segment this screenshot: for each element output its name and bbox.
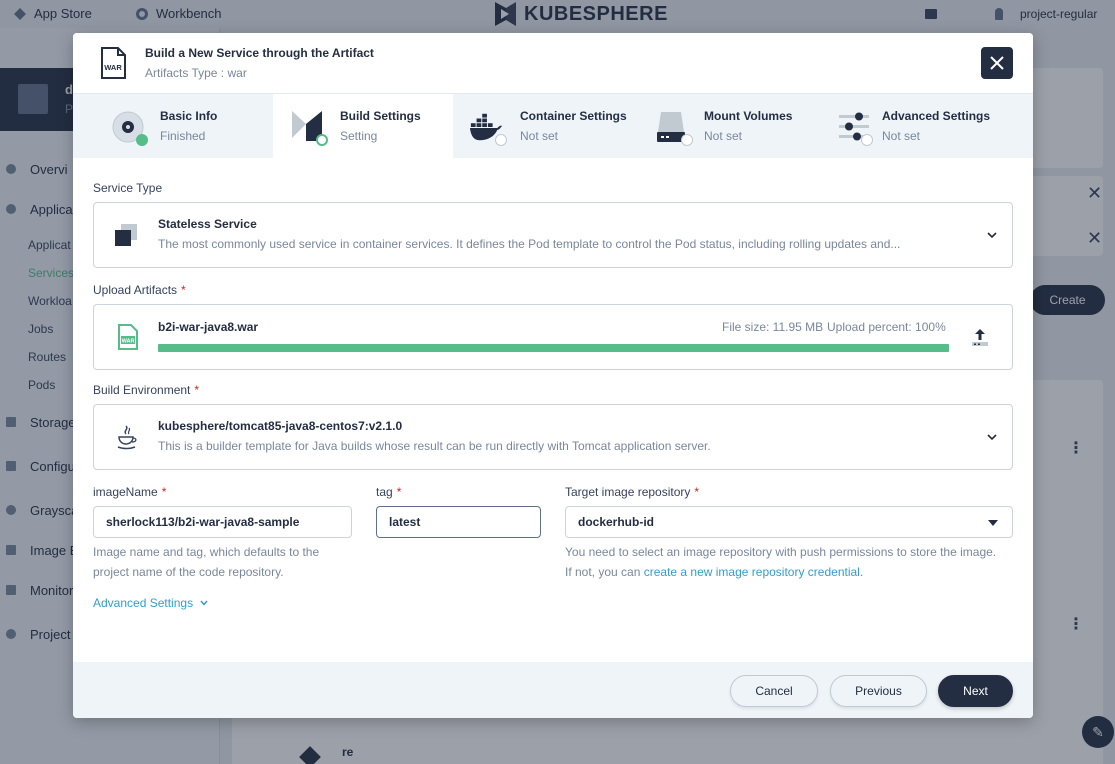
war-file-green-icon: WAR <box>118 324 138 350</box>
target-repo-label-text: Target image repository <box>565 485 691 499</box>
cancel-button[interactable]: Cancel <box>730 675 818 707</box>
modal-header: WAR Build a New Service through the Arti… <box>73 33 1033 94</box>
image-name-input[interactable]: sherlock113/b2i-war-java8-sample <box>93 506 352 538</box>
service-type-label: Service Type <box>93 181 163 195</box>
upload-label-text: Upload Artifacts <box>93 283 178 297</box>
modal-footer: Cancel Previous Next <box>73 662 1033 718</box>
war-badge-text: WAR <box>104 63 122 72</box>
build-environment-select[interactable]: kubesphere/tomcat85-java8-centos7:v2.1.0… <box>93 404 1013 470</box>
service-type-description: The most commonly used service in contai… <box>158 237 901 251</box>
tag-input[interactable]: latest <box>376 506 541 538</box>
required-mark: * <box>161 485 167 499</box>
step-pending-dot <box>495 134 507 146</box>
upload-progress-fill <box>158 344 949 352</box>
image-name-label-text: imageName <box>93 485 158 499</box>
step-title: Basic Info <box>160 109 218 123</box>
step-mount-volumes[interactable]: Mount Volumes Not set <box>637 94 815 158</box>
war-green-badge-text: WAR <box>122 339 135 345</box>
stateless-service-icon <box>115 224 137 246</box>
required-mark: * <box>396 485 402 499</box>
chevron-down-icon <box>200 600 208 606</box>
build-env-label-text: Build Environment <box>93 383 191 397</box>
required-mark: * <box>181 283 186 297</box>
steps-bar: Basic Info Finished Build Settings Setti… <box>73 94 1033 158</box>
target-repo-value: dockerhub-id <box>578 515 655 529</box>
step-title: Mount Volumes <box>704 109 793 123</box>
step-pending-dot <box>861 134 873 146</box>
step-status: Finished <box>160 129 206 143</box>
modal-title: Build a New Service through the Artifact <box>145 46 374 60</box>
modal-subtitle: Artifacts Type : war <box>145 66 247 80</box>
required-mark: * <box>194 383 200 397</box>
chevron-down-icon <box>987 434 997 441</box>
advanced-settings-toggle[interactable]: Advanced Settings <box>93 596 209 610</box>
java-icon <box>117 425 137 450</box>
step-container-settings[interactable]: Container Settings Not set <box>453 94 637 158</box>
step-title: Build Settings <box>340 109 421 123</box>
advanced-settings-label: Advanced Settings <box>93 596 194 610</box>
step-advanced-settings[interactable]: Advanced Settings Not set <box>815 94 1033 158</box>
build-service-modal: WAR Build a New Service through the Arti… <box>73 33 1033 718</box>
step-status: Not set <box>704 129 743 143</box>
chevron-down-icon <box>987 232 997 239</box>
step-current-dot <box>316 134 328 146</box>
caret-down-icon <box>988 520 998 526</box>
build-env-description: This is a builder template for Java buil… <box>158 439 711 453</box>
upload-artifacts-label: Upload Artifacts * <box>93 283 186 297</box>
target-repo-help: You need to select an image repository w… <box>565 542 1005 582</box>
image-name-help: Image name and tag, which defaults to th… <box>93 545 320 579</box>
tag-label-text: tag <box>376 485 393 499</box>
required-mark: * <box>694 485 700 499</box>
target-repo-select[interactable]: dockerhub-id <box>565 506 1013 538</box>
image-name-label: imageName * <box>93 485 166 499</box>
step-build-settings[interactable]: Build Settings Setting <box>273 94 453 158</box>
target-repo-label: Target image repository * <box>565 485 699 499</box>
close-button[interactable] <box>981 47 1013 79</box>
close-icon <box>990 56 1004 70</box>
build-environment-label: Build Environment * <box>93 383 199 397</box>
service-type-title: Stateless Service <box>158 217 257 231</box>
step-title: Advanced Settings <box>882 109 991 123</box>
step-done-dot <box>136 134 148 146</box>
tag-label: tag * <box>376 485 401 499</box>
step-basic-info[interactable]: Basic Info Finished <box>73 94 273 158</box>
step-status: Not set <box>882 129 921 143</box>
upload-icon[interactable] <box>970 327 990 347</box>
previous-button[interactable]: Previous <box>830 675 927 707</box>
step-title: Container Settings <box>520 109 627 123</box>
artifact-file-size: File size: 11.95 MB <box>722 320 824 334</box>
create-credential-link[interactable]: create a new image repository credential… <box>644 565 863 579</box>
upload-progress-bar <box>158 344 949 352</box>
next-button[interactable]: Next <box>938 675 1013 707</box>
war-file-icon: WAR <box>101 47 126 79</box>
step-pending-dot <box>681 134 693 146</box>
upload-artifact-box: WAR b2i-war-java8.war File size: 11.95 M… <box>93 304 1013 370</box>
step-status: Setting <box>340 129 378 143</box>
artifact-upload-percent: Upload percent: 100% <box>827 320 946 334</box>
build-env-title: kubesphere/tomcat85-java8-centos7:v2.1.0 <box>158 419 403 433</box>
service-type-select[interactable]: Stateless Service The most commonly used… <box>93 202 1013 268</box>
step-status: Not set <box>520 129 559 143</box>
artifact-file-name: b2i-war-java8.war <box>158 320 259 334</box>
